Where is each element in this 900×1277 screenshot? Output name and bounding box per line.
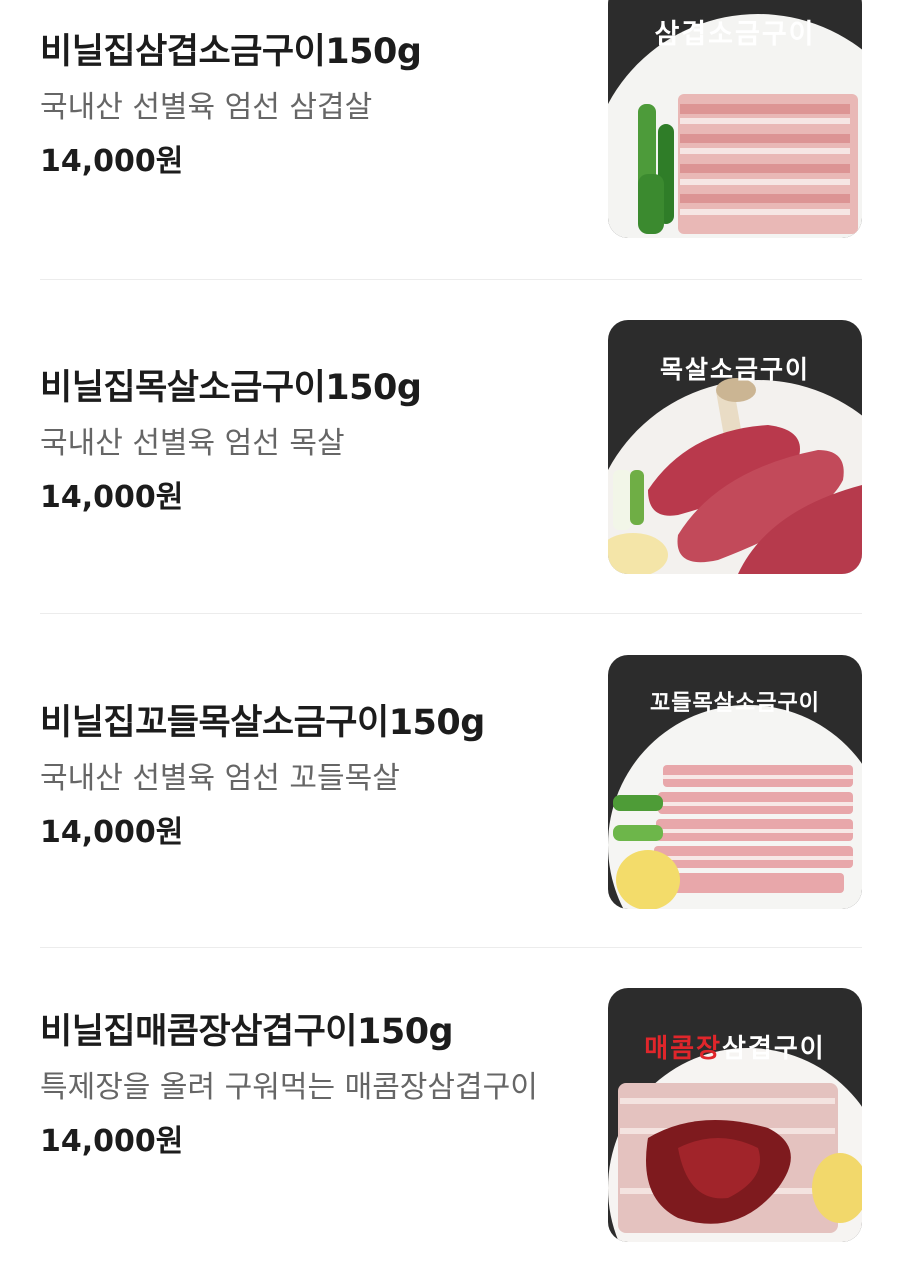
menu-item-price: 14,000원 xyxy=(40,815,184,850)
menu-item-price: 14,000원 xyxy=(40,1124,184,1159)
menu-item-price: 14,000원 xyxy=(40,480,184,515)
menu-item-name: 비닐집매콤장삼겹구이150g xyxy=(40,1012,454,1052)
menu-item-chewy-neck[interactable]: 비닐집꼬들목살소금구이150g 국내산 선별육 엄선 꼬들목살 14,000원 xyxy=(40,655,862,909)
menu-item-description: 국내산 선별육 엄선 꼬들목살 xyxy=(40,761,400,796)
photo-caption: 삼겹소금구이 xyxy=(608,12,862,51)
menu-item-name: 비닐집삼겹소금구이150g xyxy=(40,32,422,72)
menu-item-pork-belly[interactable]: 비닐집삼겹소금구이150g 국내산 선별육 엄선 삼겹살 14,000원 삼겹소… xyxy=(40,0,862,270)
photo-caption: 목살소금구이 xyxy=(608,350,862,386)
menu-item-spicy-belly[interactable]: 비닐집매콤장삼겹구이150g 특제장을 올려 구워먹는 매콤장삼겹구이 14,0… xyxy=(40,988,862,1244)
photo-caption-text: 삼겹소금구이 xyxy=(654,19,816,50)
menu-item-description: 국내산 선별육 엄선 목살 xyxy=(40,426,345,461)
photo-caption: 꼬들목살소금구이 xyxy=(608,685,862,717)
divider xyxy=(40,947,862,948)
menu-item-price: 14,000원 xyxy=(40,144,184,179)
menu-item-photo[interactable]: 삼겹소금구이 xyxy=(608,0,862,238)
divider xyxy=(40,613,862,614)
menu-item-name: 비닐집꼬들목살소금구이150g xyxy=(40,703,485,743)
menu-item-photo[interactable]: 목살소금구이 xyxy=(608,320,862,574)
photo-caption: 매콤장삼겹구이 xyxy=(608,1028,862,1065)
menu-item-text: 비닐집삼겹소금구이150g 국내산 선별육 엄선 삼겹살 14,000원 xyxy=(40,30,580,182)
menu-item-description: 특제장을 올려 구워먹는 매콤장삼겹구이 xyxy=(40,1070,538,1105)
menu-item-photo[interactable]: 꼬들목살소금구이 xyxy=(608,655,862,909)
photo-caption-text: 꼬들목살소금구이 xyxy=(650,691,820,716)
divider xyxy=(40,279,862,280)
menu-item-description: 국내산 선별육 엄선 삼겹살 xyxy=(40,90,373,125)
menu-item-text: 비닐집매콤장삼겹구이150g 특제장을 올려 구워먹는 매콤장삼겹구이 14,0… xyxy=(40,1010,580,1162)
menu-list: 비닐집삼겹소금구이150g 국내산 선별육 엄선 삼겹살 14,000원 삼겹소… xyxy=(0,0,900,1277)
menu-item-pork-neck[interactable]: 비닐집목살소금구이150g 국내산 선별육 엄선 목살 14,000원 목살소금… xyxy=(40,320,862,574)
photo-caption-accent: 매콤장 xyxy=(644,1034,723,1064)
menu-item-text: 비닐집목살소금구이150g 국내산 선별육 엄선 목살 14,000원 xyxy=(40,366,580,518)
photo-caption-text: 목살소금구이 xyxy=(659,355,810,384)
photo-caption-text: 삼겹구이 xyxy=(722,1034,826,1064)
menu-item-text: 비닐집꼬들목살소금구이150g 국내산 선별육 엄선 꼬들목살 14,000원 xyxy=(40,701,580,853)
menu-item-photo[interactable]: 매콤장삼겹구이 xyxy=(608,988,862,1242)
menu-item-name: 비닐집목살소금구이150g xyxy=(40,368,422,408)
